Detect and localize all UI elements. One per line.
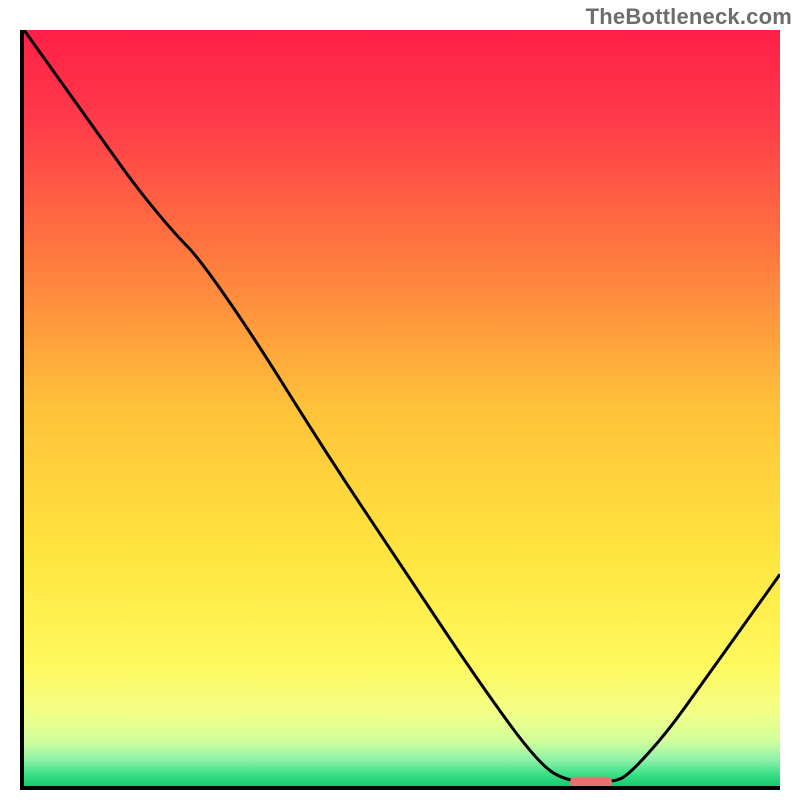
bottleneck-curve [24, 30, 780, 782]
chart-container: TheBottleneck.com [0, 0, 800, 800]
plot-frame [20, 30, 780, 790]
optimal-marker [570, 777, 612, 786]
watermark-text: TheBottleneck.com [586, 4, 792, 30]
curve-layer [24, 30, 780, 786]
